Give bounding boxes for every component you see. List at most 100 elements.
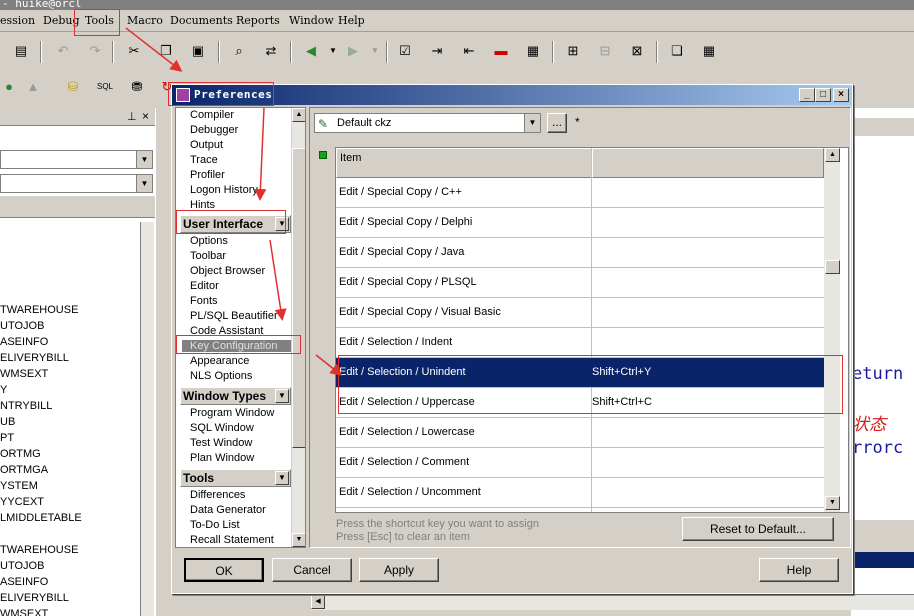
scroll-thumb[interactable]	[292, 148, 305, 448]
tree-item[interactable]: Toolbar	[190, 250, 226, 262]
find-icon[interactable]: ⌕	[230, 42, 248, 60]
print-icon[interactable]: ▤	[12, 42, 30, 60]
scroll-down-icon[interactable]: ▼	[825, 496, 840, 510]
tree-item[interactable]: Compiler	[190, 109, 234, 121]
undo-icon[interactable]: ↶	[54, 42, 72, 60]
object-list-item[interactable]: TWAREHOUSE	[0, 544, 78, 556]
import-icon[interactable]: ◀	[302, 42, 320, 60]
tree-item[interactable]: Options	[190, 235, 228, 247]
indent-icon[interactable]: ⇥	[428, 42, 446, 60]
session-icon[interactable]: ⊠	[628, 42, 646, 60]
stop-icon[interactable]: ▲	[24, 78, 42, 96]
row-shortcut-cell[interactable]: Shift+Ctrl+Y	[592, 366, 651, 378]
editor-hscrollbar[interactable]: ◀	[311, 594, 914, 610]
object-list-item[interactable]: ASEINFO	[0, 336, 48, 348]
column-header-item[interactable]: Item	[336, 148, 592, 178]
chevron-down-icon[interactable]: ▼	[366, 42, 384, 60]
object-filter-select[interactable]: ▼	[0, 174, 153, 193]
redo-icon[interactable]: ↷	[86, 42, 104, 60]
disconnect-icon[interactable]: ⊟	[596, 42, 614, 60]
table-row[interactable]: Edit / Selection / Uppercase Shift+Ctrl+C	[336, 388, 824, 418]
object-list-item[interactable]: Y	[0, 384, 7, 396]
cut-icon[interactable]: ✂	[125, 42, 143, 60]
table-row[interactable]: Edit / Selection / Comment	[336, 448, 824, 478]
cancel-button[interactable]: Cancel	[272, 558, 352, 582]
chevron-down-icon[interactable]: ▼	[324, 42, 342, 60]
chevron-down-icon[interactable]: ▼	[275, 217, 289, 231]
apply-button[interactable]: Apply	[359, 558, 439, 582]
chevron-down-icon[interactable]: ▼	[275, 389, 289, 403]
check-icon[interactable]: ☑	[396, 42, 414, 60]
object-list-item[interactable]: UB	[0, 416, 15, 428]
object-list-scrollbar[interactable]	[140, 222, 154, 616]
tree-item[interactable]: NLS Options	[190, 370, 252, 382]
object-list-item[interactable]: WMSEXT	[0, 608, 48, 616]
grid-scrollbar[interactable]: ▲ ▼	[824, 148, 840, 512]
object-list-item[interactable]: UTOJOB	[0, 560, 44, 572]
table-row[interactable]: Edit / Selection / Unindent Shift+Ctrl+Y	[336, 358, 824, 388]
tree-item[interactable]: Test Window	[190, 437, 252, 449]
tree-item[interactable]: SQL Window	[190, 422, 254, 434]
object-list-item[interactable]: YYCEXT	[0, 496, 44, 508]
document-icon[interactable]: ▦	[524, 42, 542, 60]
scroll-left-icon[interactable]: ◀	[311, 595, 325, 609]
run-icon[interactable]: ●	[0, 78, 18, 96]
chevron-down-icon[interactable]: ▼	[136, 151, 152, 168]
object-list-item[interactable]: NTRYBILL	[0, 400, 52, 412]
grid-icon[interactable]: ▦	[700, 42, 718, 60]
chevron-down-icon[interactable]: ▼	[524, 114, 540, 132]
replace-icon[interactable]: ⇄	[262, 42, 280, 60]
object-list-item[interactable]: ELIVERYBILL	[0, 352, 69, 364]
tree-scrollbar[interactable]: ▲ ▼	[291, 108, 305, 547]
table-row[interactable]: Edit / Selection / Lowercase	[336, 418, 824, 448]
tree-group-header[interactable]: Window Types ▼	[180, 387, 291, 405]
chevron-down-icon[interactable]: ▼	[275, 471, 289, 485]
table-row[interactable]: Edit / Special Copy / Visual Basic	[336, 298, 824, 328]
database-icon[interactable]: ⛁	[64, 78, 82, 96]
scroll-up-icon[interactable]: ▲	[292, 108, 305, 122]
scroll-up-icon[interactable]: ▲	[825, 148, 840, 162]
column-header-key[interactable]	[592, 148, 824, 178]
scroll-thumb[interactable]	[825, 260, 840, 274]
maximize-icon[interactable]: □	[815, 88, 831, 102]
table-row[interactable]: Edit / Selection / Indent	[336, 328, 824, 358]
unindent-icon[interactable]: ⇤	[460, 42, 478, 60]
object-list-item[interactable]: PT	[0, 432, 14, 444]
close-icon[interactable]: ×	[142, 109, 149, 123]
menu-macro[interactable]: Macro	[127, 14, 163, 27]
object-list-item[interactable]: YSTEM	[0, 480, 38, 492]
menu-debug[interactable]: Debug	[43, 14, 80, 27]
object-list-item[interactable]: ELIVERYBILL	[0, 592, 69, 604]
tree-group-header[interactable]: Tools ▼	[180, 469, 291, 487]
chevron-down-icon[interactable]: ▼	[136, 175, 152, 192]
tree-item[interactable]: Program Window	[190, 407, 274, 419]
menu-reports[interactable]: Reports	[236, 14, 280, 27]
profile-more-button[interactable]: ...	[547, 113, 567, 133]
profile-select[interactable]: ✎ Default ckz ▼	[314, 113, 541, 133]
tree-item[interactable]: Data Generator	[190, 504, 266, 516]
object-type-select[interactable]: ▼	[0, 150, 153, 169]
object-list-item[interactable]: LMIDDLETABLE	[0, 512, 82, 524]
tree-group-header[interactable]: User Interface ▼	[180, 215, 291, 233]
menu-session[interactable]: ession	[0, 14, 35, 27]
sql-icon[interactable]: SQL	[96, 78, 114, 96]
help-button[interactable]: Help	[759, 558, 839, 582]
tables-icon[interactable]: ⛃	[128, 78, 146, 96]
tree-item[interactable]: Differences	[190, 489, 245, 501]
menu-help[interactable]: Help	[338, 14, 365, 27]
tree-item[interactable]: Object Browser	[190, 265, 265, 277]
object-list-item[interactable]: ORTMGA	[0, 464, 48, 476]
object-list-item[interactable]: ASEINFO	[0, 576, 48, 588]
tree-item[interactable]: Code Assistant	[190, 325, 263, 337]
close-icon[interactable]: ×	[833, 88, 849, 102]
tree-item[interactable]: Recall Statement	[190, 534, 274, 546]
table-row[interactable]: Edit / Special Copy / Java	[336, 238, 824, 268]
copy-icon[interactable]: ❐	[157, 42, 175, 60]
connect-icon[interactable]: ⊞	[564, 42, 582, 60]
tree-item[interactable]: Hints	[190, 199, 215, 211]
menu-documents[interactable]: Documents	[170, 14, 233, 27]
reset-default-button[interactable]: Reset to Default...	[682, 517, 834, 541]
export-icon[interactable]: ▶	[344, 42, 362, 60]
tree-item[interactable]: Editor	[190, 280, 219, 292]
object-list-item[interactable]: ORTMG	[0, 448, 41, 460]
